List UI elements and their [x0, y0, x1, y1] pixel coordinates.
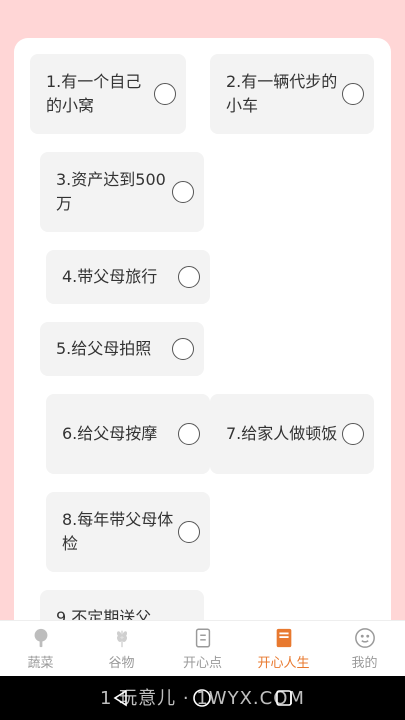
radio-button[interactable] [154, 83, 176, 105]
goal-item-3[interactable]: 3.资产达到500万 [40, 152, 204, 232]
goal-label: 4.带父母旅行 [62, 267, 158, 286]
recents-icon[interactable] [274, 688, 294, 708]
bottom-tab-bar: 蔬菜 谷物 开心点 开心人生 我的 [0, 620, 405, 676]
goal-item-1[interactable]: 1.有一个自己的小窝 [30, 54, 186, 134]
book-icon [276, 628, 291, 647]
goal-label: 3.资产达到500万 [56, 170, 166, 213]
goal-label: 8.每年带父母体检 [62, 510, 174, 553]
tab-label: 谷物 [108, 655, 135, 671]
radio-button[interactable] [178, 521, 200, 543]
radio-button[interactable] [172, 181, 194, 203]
radio-button[interactable] [172, 338, 194, 360]
goal-item-7[interactable]: 7.给家人做顿饭 [210, 394, 374, 474]
goal-item-5[interactable]: 5.给父母拍照 [40, 322, 204, 376]
tab-happy-points[interactable]: 开心点 [162, 621, 243, 676]
tab-mine[interactable]: 我的 [324, 621, 405, 676]
tab-happy-life[interactable]: 开心人生 [243, 621, 324, 676]
goal-item-2[interactable]: 2.有一辆代步的小车 [210, 54, 374, 134]
goal-label: 6.给父母按摩 [62, 424, 158, 443]
radio-button[interactable] [178, 423, 200, 445]
document-icon [195, 628, 210, 647]
back-icon[interactable] [111, 688, 131, 708]
goal-item-8[interactable]: 8.每年带父母体检 [46, 492, 210, 572]
tab-label: 蔬菜 [27, 655, 54, 671]
home-icon[interactable] [192, 688, 212, 708]
goal-item-4[interactable]: 4.带父母旅行 [46, 250, 210, 304]
tab-grains[interactable]: 谷物 [81, 621, 162, 676]
system-navigation-bar [0, 676, 405, 720]
goal-label: 7.给家人做顿饭 [226, 424, 338, 443]
tab-label: 开心人生 [257, 655, 310, 671]
tab-label: 开心点 [182, 655, 222, 671]
user-icon [354, 627, 375, 648]
goal-label: 2.有一辆代步的小车 [226, 72, 338, 115]
radio-button[interactable] [342, 83, 364, 105]
tab-label: 我的 [351, 655, 378, 671]
wheat-icon [116, 630, 127, 647]
goal-item-6[interactable]: 6.给父母按摩 [46, 394, 210, 474]
goal-label: 5.给父母拍照 [56, 339, 152, 358]
radio-button[interactable] [342, 423, 364, 445]
radio-button[interactable] [178, 266, 200, 288]
goal-list-card: 1.有一个自己的小窝 2.有一辆代步的小车 3.资产达到500万 4.带父母旅行… [14, 38, 391, 638]
goal-label: 1.有一个自己的小窝 [46, 72, 142, 115]
tree-icon [34, 628, 47, 647]
tab-vegetables[interactable]: 蔬菜 [0, 621, 81, 676]
